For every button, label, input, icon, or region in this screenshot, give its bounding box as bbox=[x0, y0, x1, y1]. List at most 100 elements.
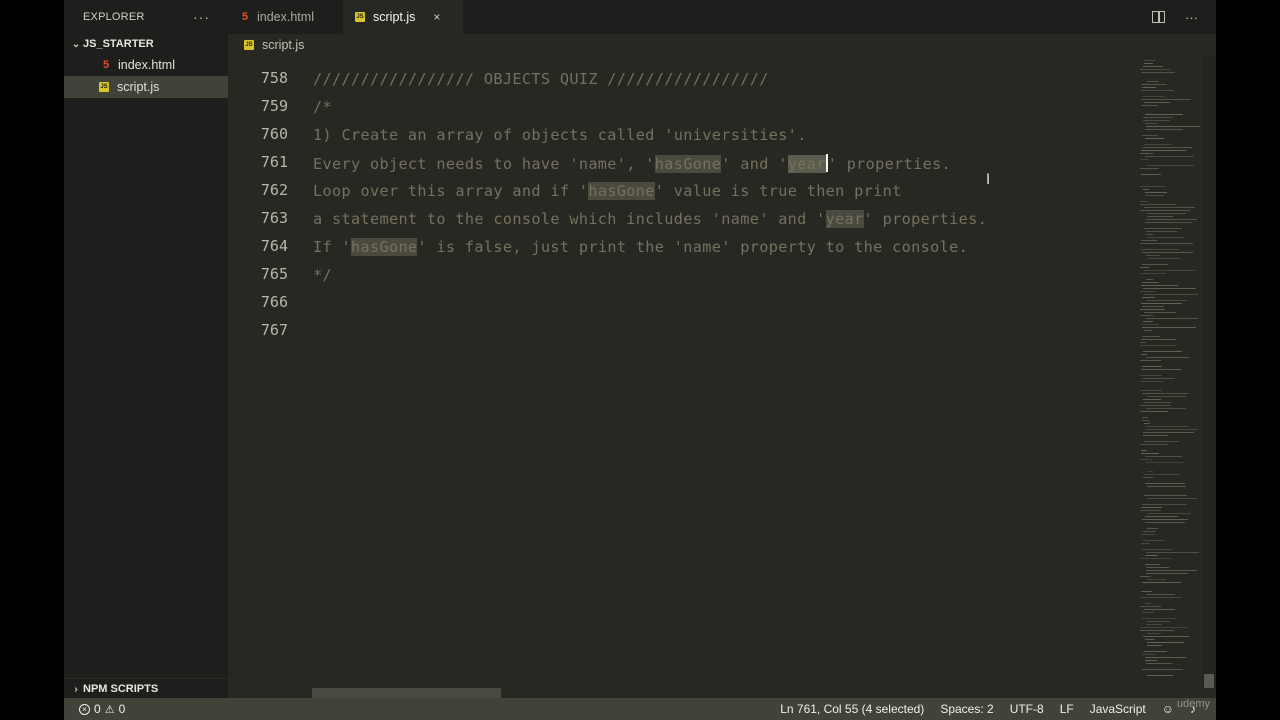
code-line[interactable]: Every object needs to have 'name', 'hasG… bbox=[313, 154, 951, 173]
minimap-line bbox=[1140, 630, 1174, 631]
npm-scripts-section[interactable]: › NPM SCRIPTS bbox=[64, 678, 233, 699]
minimap-line bbox=[1141, 249, 1179, 250]
breadcrumb-file[interactable]: script.js bbox=[262, 38, 304, 52]
vertical-scrollbar[interactable] bbox=[1202, 56, 1216, 688]
minimap-line bbox=[1147, 258, 1181, 259]
mouse-ibeam-icon: I bbox=[986, 172, 991, 188]
minimap-line bbox=[1144, 270, 1195, 271]
minimap-line bbox=[1146, 279, 1153, 280]
more-actions-icon[interactable]: ··· bbox=[1185, 10, 1198, 25]
minimap-line bbox=[1140, 576, 1150, 577]
feedback-icon[interactable]: ☺ bbox=[1162, 702, 1174, 716]
minimap-line bbox=[1145, 483, 1185, 484]
minimap-line bbox=[1140, 390, 1162, 391]
code-line[interactable]: Loop over this array and if 'hasGone' va… bbox=[313, 182, 902, 200]
split-editor-icon[interactable] bbox=[1152, 11, 1165, 23]
minimap-line bbox=[1145, 234, 1153, 235]
text-selection[interactable]: year bbox=[787, 155, 826, 173]
code-line[interactable]: */ bbox=[313, 266, 332, 284]
chevron-right-icon: › bbox=[74, 683, 78, 695]
minimap-line bbox=[1145, 138, 1164, 139]
npm-scripts-label: NPM SCRIPTS bbox=[83, 683, 159, 695]
editor-actions: ··· bbox=[1152, 0, 1198, 34]
minimap-line bbox=[1140, 153, 1153, 154]
minimap-line bbox=[1141, 507, 1162, 508]
minimap-line bbox=[1144, 294, 1198, 295]
cursor-position[interactable]: Ln 761, Col 55 (4 selected) bbox=[780, 702, 924, 716]
minimap-line bbox=[1146, 624, 1162, 625]
minimap-line bbox=[1142, 96, 1165, 97]
minimap-line bbox=[1141, 558, 1171, 559]
html-file-icon: 5 bbox=[241, 11, 249, 23]
indentation[interactable]: Spaces: 2 bbox=[940, 702, 993, 716]
minimap-line bbox=[1141, 84, 1167, 85]
code-editor[interactable]: 758 ///////////////// OBJECTS QUIZ /////… bbox=[228, 56, 1134, 698]
minimap-line bbox=[1144, 402, 1171, 403]
minimap-line bbox=[1145, 603, 1151, 604]
code-line[interactable]: a statement to the console which include… bbox=[313, 210, 987, 228]
error-count: 0 bbox=[94, 702, 101, 716]
code-line[interactable]: ///////////////// OBJECTS QUIZ /////////… bbox=[313, 70, 769, 88]
minimap-line bbox=[1140, 405, 1170, 406]
minimap-line bbox=[1141, 240, 1157, 241]
file-script-js[interactable]: JS script.js bbox=[64, 76, 228, 98]
problems-indicator[interactable]: × 0 ⚠ 0 bbox=[79, 702, 125, 716]
code-line[interactable]: /* bbox=[313, 98, 332, 116]
minimap-line bbox=[1142, 618, 1177, 619]
minimap-line bbox=[1140, 360, 1161, 361]
html-file-icon: 5 bbox=[102, 59, 110, 71]
minimap-line bbox=[1144, 330, 1152, 331]
minimap-line bbox=[1143, 432, 1194, 433]
minimap-line bbox=[1142, 87, 1156, 88]
minimap-line bbox=[1143, 531, 1156, 532]
minimap-line bbox=[1144, 63, 1153, 64]
minimap-line bbox=[1147, 213, 1186, 214]
minimap-line bbox=[1145, 156, 1194, 157]
horizontal-scrollbar[interactable] bbox=[312, 688, 501, 698]
minimap-line bbox=[1145, 192, 1167, 193]
minimap-line bbox=[1145, 639, 1155, 640]
status-right: Ln 761, Col 55 (4 selected) Spaces: 2 UT… bbox=[764, 702, 1196, 716]
minimap-line bbox=[1145, 129, 1183, 130]
tab-script-js[interactable]: JS script.js × bbox=[343, 0, 463, 34]
minimap-line bbox=[1144, 207, 1195, 208]
minimap-line bbox=[1146, 594, 1175, 595]
minimap-line bbox=[1140, 459, 1152, 460]
word-highlight: hasGone bbox=[350, 238, 418, 256]
minimap-line bbox=[1142, 327, 1196, 328]
minimap[interactable] bbox=[1134, 56, 1202, 680]
chevron-down-icon: ⌄ bbox=[71, 38, 81, 50]
minimap-line bbox=[1142, 654, 1155, 655]
minimap-line bbox=[1143, 636, 1189, 637]
encoding[interactable]: UTF-8 bbox=[1010, 702, 1044, 716]
folder-js-starter[interactable]: ⌄ JS_STARTER bbox=[64, 34, 228, 54]
js-file-icon: JS bbox=[99, 82, 109, 92]
code-line[interactable]: If 'hasGone' is false, just print the 'n… bbox=[313, 238, 968, 256]
minimap-line bbox=[1140, 69, 1170, 70]
end-of-line[interactable]: LF bbox=[1060, 702, 1074, 716]
minimap-line bbox=[1140, 186, 1166, 187]
minimap-line bbox=[1147, 81, 1159, 82]
breadcrumb[interactable]: JS script.js bbox=[228, 34, 1216, 56]
tab-index-html[interactable]: 5 index.html bbox=[228, 0, 343, 34]
minimap-line bbox=[1146, 219, 1197, 220]
minimap-line bbox=[1147, 579, 1166, 580]
minimap-line bbox=[1142, 135, 1158, 136]
minimap-line bbox=[1146, 570, 1197, 571]
file-index-html[interactable]: 5 index.html bbox=[64, 54, 228, 76]
close-icon[interactable]: × bbox=[433, 10, 440, 24]
language-mode[interactable]: JavaScript bbox=[1090, 702, 1146, 716]
minimap-line bbox=[1143, 351, 1182, 352]
minimap-line bbox=[1146, 318, 1198, 319]
scrollbar-thumb[interactable] bbox=[1204, 674, 1214, 688]
minimap-line bbox=[1146, 462, 1184, 463]
line-number: 766 bbox=[260, 293, 288, 311]
minimap-line bbox=[1147, 486, 1186, 487]
minimap-line bbox=[1142, 417, 1148, 418]
minimap-line bbox=[1141, 453, 1159, 454]
minimap-line bbox=[1145, 114, 1183, 115]
line-number: 759 bbox=[260, 97, 288, 115]
js-file-icon: JS bbox=[244, 40, 254, 50]
code-line[interactable]: 1) Create an array of objects called 'un… bbox=[313, 126, 807, 144]
explorer-more-icon[interactable]: ··· bbox=[193, 9, 210, 25]
